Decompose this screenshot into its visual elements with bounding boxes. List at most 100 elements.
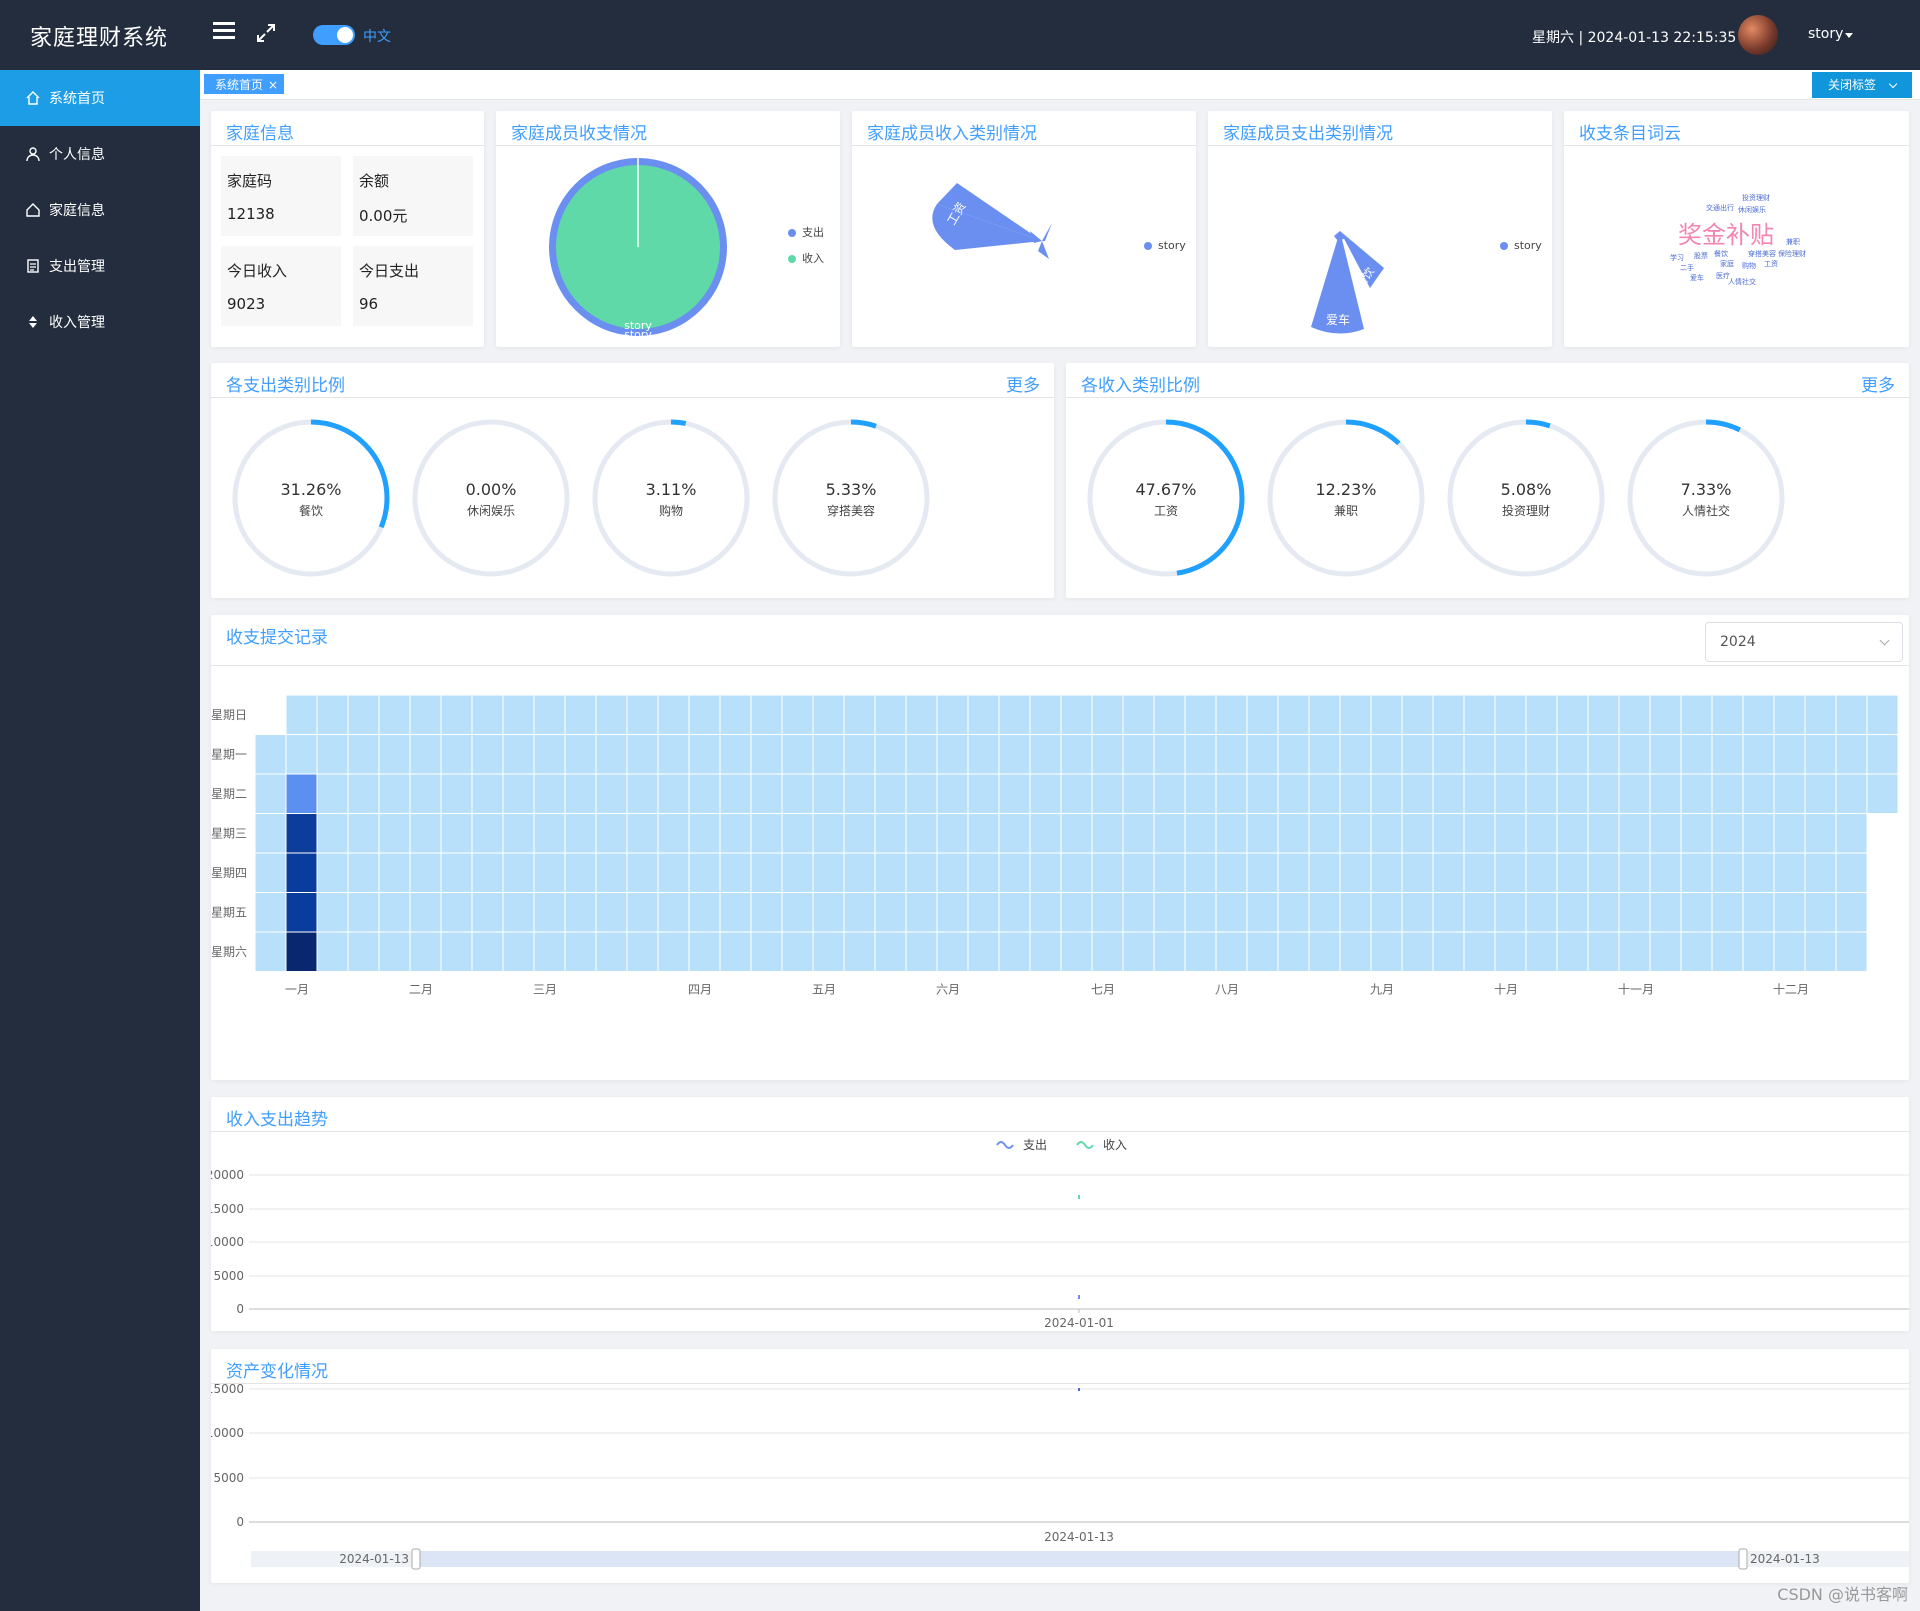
heatmap-cell[interactable] [657, 852, 690, 893]
heatmap-cell[interactable] [719, 773, 752, 814]
heatmap-cell[interactable] [1835, 892, 1868, 933]
heatmap-cell[interactable] [1804, 773, 1837, 814]
heatmap-cell[interactable] [1556, 734, 1589, 775]
zoom-slider-selection[interactable] [417, 1551, 1743, 1567]
heatmap-cell[interactable] [254, 813, 287, 854]
heatmap-cell[interactable] [781, 813, 814, 854]
sidebar-item-income[interactable]: 收入管理 [0, 294, 200, 350]
heatmap-cell[interactable] [502, 852, 535, 893]
heatmap-cell[interactable] [316, 931, 349, 972]
heatmap-cell[interactable] [1432, 694, 1465, 735]
heatmap-cell[interactable] [781, 931, 814, 972]
heatmap-cell[interactable] [316, 892, 349, 933]
heatmap-cell[interactable] [254, 892, 287, 933]
user-menu[interactable]: story [1808, 26, 1843, 42]
heatmap-cell[interactable] [502, 734, 535, 775]
sidebar-item-profile[interactable]: 个人信息 [0, 126, 200, 182]
heatmap-cell[interactable] [967, 813, 1000, 854]
heatmap-cell[interactable] [1153, 734, 1186, 775]
heatmap-cell[interactable] [378, 773, 411, 814]
heatmap-cell[interactable] [1122, 773, 1155, 814]
heatmap-cell[interactable] [254, 852, 287, 893]
heatmap-cell[interactable] [936, 773, 969, 814]
heatmap-cell[interactable] [1742, 813, 1775, 854]
heatmap-cell[interactable] [936, 852, 969, 893]
heatmap-cell[interactable] [1153, 892, 1186, 933]
heatmap-cell[interactable] [1308, 931, 1341, 972]
heatmap-cell[interactable] [1153, 813, 1186, 854]
heatmap-cell[interactable] [285, 694, 318, 735]
heatmap-cell[interactable] [1122, 694, 1155, 735]
heatmap-cell[interactable] [1370, 773, 1403, 814]
heatmap-cell[interactable] [781, 852, 814, 893]
heatmap-cell[interactable] [967, 931, 1000, 972]
heatmap-cell[interactable] [502, 892, 535, 933]
heatmap-cell[interactable] [285, 931, 318, 972]
heatmap-cell[interactable] [316, 773, 349, 814]
heatmap-cell[interactable] [533, 931, 566, 972]
heatmap-cell[interactable] [1122, 852, 1155, 893]
heatmap-cell[interactable] [347, 813, 380, 854]
heatmap-cell[interactable] [1246, 892, 1279, 933]
heatmap-cell[interactable] [1494, 773, 1527, 814]
heatmap-cell[interactable] [1494, 694, 1527, 735]
heatmap-cell[interactable] [936, 694, 969, 735]
heatmap-cell[interactable] [1308, 734, 1341, 775]
heatmap-cell[interactable] [1401, 931, 1434, 972]
heatmap-cell[interactable] [440, 813, 473, 854]
heatmap-cell[interactable] [316, 694, 349, 735]
heatmap-cell[interactable] [1091, 813, 1124, 854]
heatmap-cell[interactable] [874, 892, 907, 933]
heatmap-cell[interactable] [1246, 773, 1279, 814]
heatmap-cell[interactable] [502, 694, 535, 735]
heatmap-cell[interactable] [564, 852, 597, 893]
heatmap-cell[interactable] [595, 852, 628, 893]
heatmap-cell[interactable] [998, 852, 1031, 893]
legend-item-expense[interactable]: 支出 [788, 224, 824, 240]
heatmap-cell[interactable] [533, 892, 566, 933]
heatmap-cell[interactable] [1401, 892, 1434, 933]
heatmap-cell[interactable] [1742, 931, 1775, 972]
heatmap-cell[interactable] [998, 734, 1031, 775]
heatmap-cell[interactable] [1525, 773, 1558, 814]
heatmap-cell[interactable] [533, 813, 566, 854]
heatmap-cell[interactable] [1184, 852, 1217, 893]
menu-toggle-icon[interactable] [213, 22, 235, 44]
heatmap-cell[interactable] [750, 813, 783, 854]
heatmap-cell[interactable] [1246, 813, 1279, 854]
heatmap-cell[interactable] [1711, 892, 1744, 933]
heatmap-cell[interactable] [750, 852, 783, 893]
heatmap-cell[interactable] [1184, 813, 1217, 854]
sidebar-item-home[interactable]: 系统首页 [0, 70, 200, 126]
heatmap-cell[interactable] [1277, 852, 1310, 893]
heatmap-cell[interactable] [1339, 852, 1372, 893]
heatmap-cell[interactable] [254, 734, 287, 775]
heatmap-cell[interactable] [1153, 773, 1186, 814]
heatmap-cell[interactable] [812, 694, 845, 735]
heatmap-cell[interactable] [812, 852, 845, 893]
heatmap-cell[interactable] [1680, 852, 1713, 893]
heatmap-cell[interactable] [1277, 773, 1310, 814]
heatmap-cell[interactable] [1649, 892, 1682, 933]
heatmap-cell[interactable] [1370, 694, 1403, 735]
heatmap-cell[interactable] [440, 892, 473, 933]
heatmap-cell[interactable] [1804, 892, 1837, 933]
heatmap-cell[interactable] [1029, 773, 1062, 814]
heatmap-cell[interactable] [812, 813, 845, 854]
heatmap-cell[interactable] [378, 852, 411, 893]
heatmap-cell[interactable] [905, 694, 938, 735]
heatmap-cell[interactable] [719, 931, 752, 972]
heatmap-cell[interactable] [1060, 694, 1093, 735]
heatmap-cell[interactable] [1463, 773, 1496, 814]
heatmap-cell[interactable] [1556, 892, 1589, 933]
heatmap-cell[interactable] [316, 813, 349, 854]
heatmap-cell[interactable] [440, 734, 473, 775]
heatmap-cell[interactable] [1742, 734, 1775, 775]
heatmap-cell[interactable] [626, 734, 659, 775]
heatmap-cell[interactable] [1215, 931, 1248, 972]
heatmap-cell[interactable] [1649, 694, 1682, 735]
heatmap-cell[interactable] [1835, 813, 1868, 854]
heatmap-cell[interactable] [1122, 734, 1155, 775]
heatmap-cell[interactable] [1401, 813, 1434, 854]
heatmap-cell[interactable] [1091, 773, 1124, 814]
